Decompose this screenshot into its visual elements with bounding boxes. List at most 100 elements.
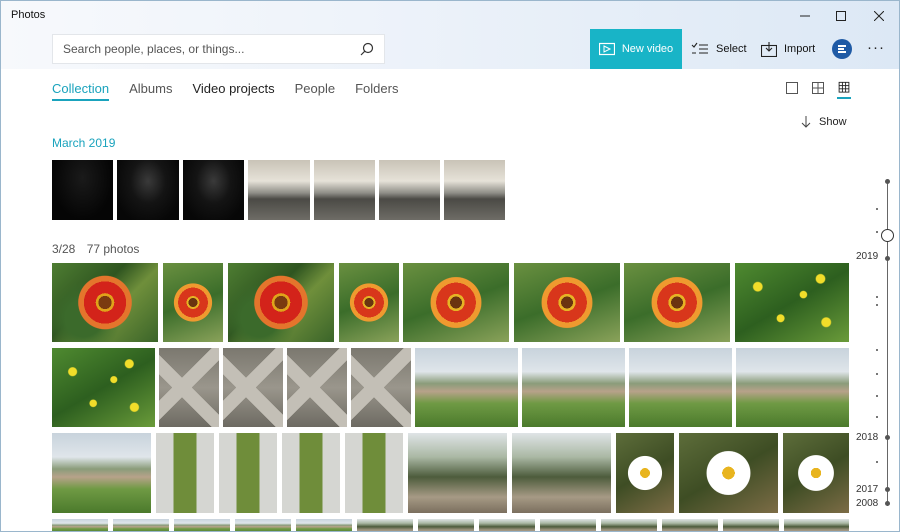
photo-thumbnail[interactable] <box>357 519 413 531</box>
nav-tabs: Collection Albums Video projects People … <box>52 81 418 101</box>
photos-window: Photos New video Select Import ··· Colle… <box>0 0 900 532</box>
photo-thumbnail[interactable] <box>444 160 505 220</box>
photo-thumbnail[interactable] <box>159 348 219 427</box>
tab-albums[interactable]: Albums <box>129 81 172 101</box>
show-label: Show <box>819 116 847 128</box>
timeline-year-2018[interactable]: 2018 <box>856 432 878 443</box>
photo-thumbnail[interactable] <box>514 263 620 342</box>
search-box <box>52 34 385 64</box>
photo-thumbnail[interactable] <box>522 348 625 427</box>
import-label: Import <box>784 43 816 55</box>
photo-thumbnail[interactable] <box>408 433 507 513</box>
photo-thumbnail[interactable] <box>117 160 179 220</box>
photo-thumbnail[interactable] <box>351 348 411 427</box>
photo-thumbnail[interactable] <box>282 433 340 513</box>
timeline-tick <box>876 395 878 397</box>
photo-thumbnail[interactable] <box>52 263 158 342</box>
search-icon[interactable] <box>360 42 374 61</box>
app-title: Photos <box>11 9 46 21</box>
timeline-marker <box>885 487 890 492</box>
section-date-march-2019[interactable]: March 2019 <box>52 136 115 150</box>
photo-thumbnail[interactable] <box>418 519 474 531</box>
tab-people[interactable]: People <box>295 81 335 101</box>
photo-thumbnail[interactable] <box>345 433 403 513</box>
select-button[interactable]: Select <box>691 29 747 69</box>
photo-thumbnail[interactable] <box>624 263 730 342</box>
photo-thumbnail[interactable] <box>783 433 849 513</box>
section-photo-count: 77 photos <box>86 242 140 256</box>
timeline-tick <box>876 296 878 298</box>
maximize-icon <box>836 11 846 21</box>
account-avatar-icon <box>838 45 846 53</box>
photo-thumbnail[interactable] <box>339 263 399 342</box>
timeline-tick <box>876 373 878 375</box>
timeline-marker <box>885 179 890 184</box>
search-input[interactable] <box>63 42 353 56</box>
show-button[interactable]: Show <box>801 116 847 128</box>
more-options-button[interactable]: ··· <box>867 39 885 56</box>
medium-view-icon[interactable] <box>811 81 825 95</box>
photo-thumbnail[interactable] <box>248 160 310 220</box>
photo-thumbnail[interactable] <box>629 348 732 427</box>
photo-thumbnail[interactable] <box>52 519 108 531</box>
tab-collection[interactable]: Collection <box>52 81 110 101</box>
photo-thumbnail[interactable] <box>52 433 151 513</box>
photo-thumbnail[interactable] <box>735 263 849 342</box>
photo-thumbnail[interactable] <box>479 519 535 531</box>
photo-thumbnail[interactable] <box>379 160 440 220</box>
photo-thumbnail[interactable] <box>183 160 244 220</box>
minimize-icon <box>800 15 810 17</box>
new-video-button[interactable]: New video <box>590 29 682 69</box>
section-date-3-28: 3/28 <box>52 242 76 256</box>
timeline-year-2017[interactable]: 2017 <box>856 484 878 495</box>
import-button[interactable]: Import <box>761 29 815 69</box>
photo-thumbnail[interactable] <box>540 519 596 531</box>
small-view-icon[interactable] <box>837 81 851 99</box>
photo-thumbnail[interactable] <box>219 433 277 513</box>
photo-thumbnail[interactable] <box>52 348 155 427</box>
photo-thumbnail[interactable] <box>314 160 375 220</box>
section-header-3-28[interactable]: 3/28 77 photos <box>52 242 139 256</box>
timeline-marker <box>885 501 890 506</box>
photo-thumbnail[interactable] <box>296 519 352 531</box>
photo-thumbnail[interactable] <box>174 519 230 531</box>
timeline-tick <box>876 208 878 210</box>
photo-thumbnail[interactable] <box>679 433 778 513</box>
photo-thumbnail[interactable] <box>113 519 169 531</box>
photo-thumbnail[interactable] <box>601 519 657 531</box>
account-avatar[interactable] <box>832 39 852 59</box>
timeline-tick <box>876 461 878 463</box>
import-icon <box>761 41 777 57</box>
timeline-position-handle[interactable] <box>881 229 894 242</box>
photo-thumbnail[interactable] <box>163 263 223 342</box>
timeline-year-2008[interactable]: 2008 <box>856 498 878 509</box>
photo-thumbnail[interactable] <box>156 433 214 513</box>
large-view-icon[interactable] <box>785 81 799 95</box>
photo-thumbnail[interactable] <box>512 433 611 513</box>
arrow-down-icon <box>801 116 811 128</box>
close-button[interactable] <box>857 3 899 29</box>
select-label: Select <box>716 43 747 55</box>
photo-thumbnail[interactable] <box>616 433 674 513</box>
photo-thumbnail[interactable] <box>662 519 718 531</box>
photo-thumbnail[interactable] <box>235 519 291 531</box>
timeline-tick <box>876 304 878 306</box>
view-size-toggle <box>785 81 851 99</box>
tab-video-projects[interactable]: Video projects <box>192 81 274 101</box>
photo-thumbnail[interactable] <box>403 263 509 342</box>
photo-thumbnail[interactable] <box>287 348 347 427</box>
timeline-tick <box>876 349 878 351</box>
timeline-year-2019[interactable]: 2019 <box>856 251 878 262</box>
video-project-icon <box>598 42 615 56</box>
timeline-marker <box>885 256 890 261</box>
photo-thumbnail[interactable] <box>415 348 518 427</box>
close-icon <box>874 11 884 21</box>
timeline-tick <box>876 231 878 233</box>
tab-folders[interactable]: Folders <box>355 81 398 101</box>
photo-thumbnail[interactable] <box>784 519 849 531</box>
photo-thumbnail[interactable] <box>228 263 334 342</box>
photo-thumbnail[interactable] <box>52 160 113 220</box>
photo-thumbnail[interactable] <box>223 348 283 427</box>
photo-thumbnail[interactable] <box>736 348 849 427</box>
photo-thumbnail[interactable] <box>723 519 779 531</box>
